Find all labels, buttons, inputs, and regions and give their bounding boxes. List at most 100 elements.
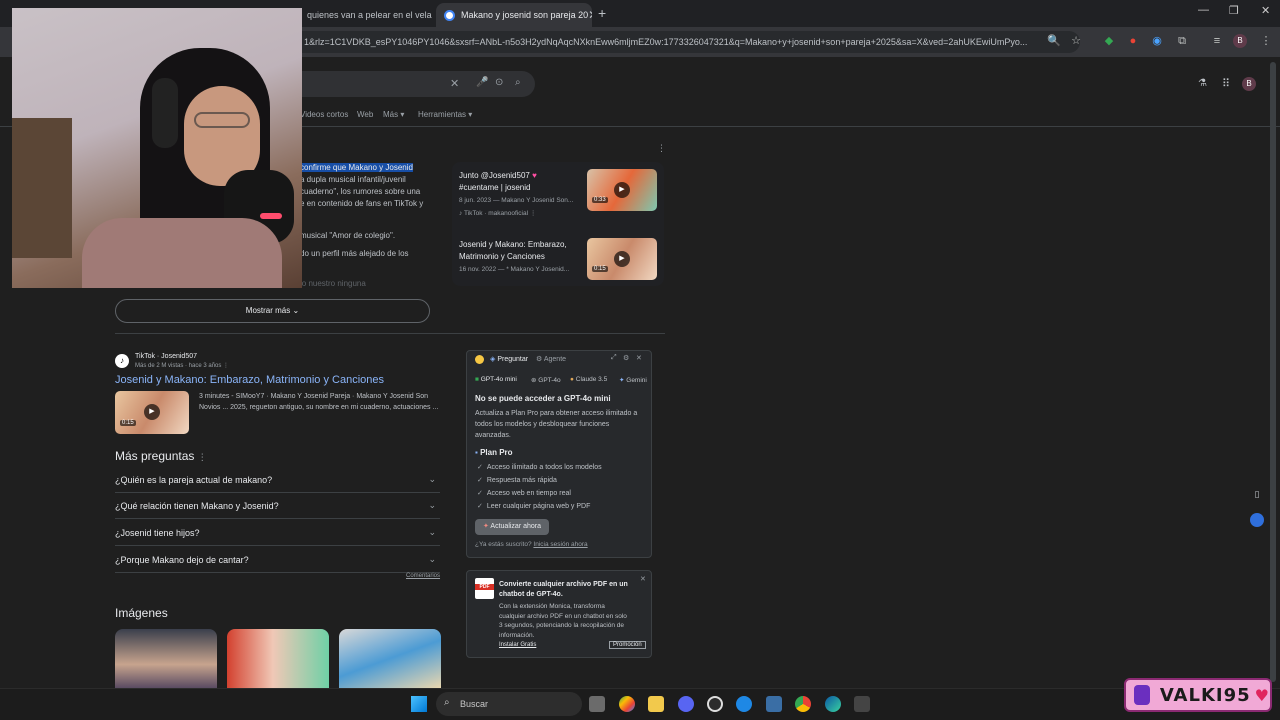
nav-tools[interactable]: Herramientas ▾ — [418, 110, 472, 119]
nav-web[interactable]: Web — [357, 110, 373, 119]
desc-line: Actualiza a Plan Pro para obtener acceso… — [475, 410, 638, 417]
tab-active[interactable]: Makano y josenid son pareja 20 ✕ — [436, 3, 592, 27]
model-gpt4o-mini[interactable]: ■ GPT-4o mini — [475, 376, 517, 383]
image-result[interactable] — [227, 629, 329, 688]
extensions-puzzle-icon[interactable]: ⧉ — [1174, 33, 1190, 49]
restore-button[interactable]: ❐ — [1229, 4, 1239, 17]
bookmark-star-icon[interactable]: ☆ — [1068, 33, 1084, 49]
voice-search-icon[interactable]: 🎤 — [476, 77, 488, 88]
feature-item: ✓ Acceso ilimitado a todos los modelos — [477, 462, 602, 473]
video-thumbnail[interactable]: ▶ 0:33 — [587, 169, 657, 211]
desc-line: todos los modelos y desbloquear funcione… — [475, 421, 610, 428]
check-icon: ✓ — [477, 490, 483, 497]
install-free-link[interactable]: Instalar Gratis — [499, 642, 536, 648]
model-gemini[interactable]: ✦ Gemini — [619, 376, 647, 384]
new-tab-button[interactable]: + — [598, 5, 606, 21]
ai-overview-menu-icon[interactable]: ⋮ — [657, 143, 666, 154]
extension-audio-icon[interactable]: ◉ — [1149, 33, 1165, 49]
image-result[interactable] — [339, 629, 441, 688]
paa-question[interactable]: ¿Quién es la pareja actual de makano? ⌄ — [115, 467, 440, 493]
app-icon[interactable] — [736, 696, 752, 712]
paa-question[interactable]: ¿Porque Makano dejo de cantar? ⌄ — [115, 547, 440, 573]
model-gpt4o[interactable]: ⊛ GPT-4o — [531, 376, 561, 384]
minimize-button[interactable]: — — [1198, 4, 1209, 16]
close-panel-icon[interactable]: ✕ — [636, 354, 642, 362]
video-item[interactable]: Josenid y Makano: Embarazo, Matrimonio y… — [459, 239, 581, 273]
tab-preguntar[interactable]: ◈ Preguntar — [490, 355, 528, 363]
expand-icon[interactable]: ⤢ — [611, 354, 617, 362]
chrome-icon[interactable] — [795, 696, 811, 712]
promo-body: Con la extensión Monica, transforma cual… — [499, 602, 627, 640]
download-app-icon[interactable] — [854, 696, 870, 712]
pdf-icon-label: PDF — [475, 584, 494, 590]
obs-icon[interactable] — [707, 696, 723, 712]
extension-green-icon[interactable]: ◆ — [1101, 33, 1117, 49]
clear-search-icon[interactable]: ✕ — [450, 77, 459, 90]
feedback-link[interactable]: Comentarios — [406, 573, 440, 579]
chevron-down-icon: ⌄ — [428, 527, 436, 537]
video-thumbnail[interactable]: ▶ 0:15 — [587, 238, 657, 280]
subscribed-prompt: ¿Ya estás suscrito? Inicia sesión ahora — [475, 541, 588, 548]
paa-question[interactable]: ¿Josenid tiene hijos? ⌄ — [115, 520, 440, 546]
profile-avatar[interactable]: B — [1233, 34, 1247, 48]
search-icon[interactable]: ⌕ — [515, 77, 521, 88]
paa-question[interactable]: ¿Qué relación tienen Makano y Josenid? ⌄ — [115, 493, 440, 519]
chrome-menu-icon[interactable]: ⋮ — [1258, 33, 1274, 49]
images-heading: Imágenes — [115, 606, 168, 620]
headphones — [152, 78, 178, 148]
check-icon: ✓ — [477, 503, 483, 510]
labs-flask-icon[interactable]: ⚗ — [1198, 78, 1207, 89]
model-label: Claude 3.5 — [575, 376, 608, 383]
play-icon: ▶ — [144, 404, 160, 420]
scrollbar-thumb[interactable] — [1270, 62, 1276, 682]
result-thumbnail[interactable]: ▶ 0:15 — [115, 391, 189, 434]
nav-videos-cortos[interactable]: Videos cortos — [300, 110, 348, 119]
close-tab-icon[interactable]: ✕ — [588, 8, 592, 22]
close-promo-icon[interactable]: ✕ — [640, 575, 646, 583]
settings-icon[interactable]: ⚙ — [623, 354, 629, 362]
folder-icon[interactable] — [648, 696, 664, 712]
show-more-button[interactable]: Mostrar más ⌄ — [115, 299, 430, 323]
taskbar-search-label: Buscar — [460, 699, 489, 709]
edge-extension-icon[interactable] — [1250, 513, 1264, 527]
windows-start-icon[interactable] — [411, 696, 427, 712]
snippet-line: cuaderno", los rumores sobre una — [300, 187, 421, 196]
tab-agente[interactable]: ⚙ Agente — [536, 355, 566, 363]
tiktok-logo-icon: ♪ — [115, 354, 129, 368]
zoom-icon[interactable]: 🔍 — [1046, 33, 1062, 49]
rocket-icon: ✦ — [482, 523, 489, 530]
discord-icon[interactable] — [678, 696, 694, 712]
capcut-icon[interactable] — [766, 696, 782, 712]
video-title: Junto @Josenid507 ♥ — [459, 170, 581, 182]
lens-icon[interactable]: ⊙ — [495, 77, 503, 88]
profile-initial: B — [1237, 36, 1243, 45]
apps-grid-icon[interactable]: ⠿ — [1222, 77, 1230, 90]
taskbar-search[interactable]: ⌕ Buscar — [436, 692, 582, 716]
snippet-highlight: confirme que Makano y Josenid — [300, 163, 413, 172]
result-title-link[interactable]: Josenid y Makano: Embarazo, Matrimonio y… — [115, 374, 384, 386]
video-duration: 0:33 — [592, 197, 608, 203]
more-options-icon[interactable]: ⋮ — [198, 452, 207, 462]
close-window-button[interactable]: ✕ — [1261, 4, 1270, 17]
tiktok-icon: ♪ — [459, 210, 463, 217]
paa-heading-text: Más preguntas — [115, 449, 195, 463]
account-initial: B — [1246, 79, 1252, 88]
reading-list-icon[interactable]: ≡ — [1209, 33, 1225, 49]
side-panel-icon[interactable]: ▯ — [1250, 489, 1264, 503]
twitch-handle-badge: VALKI95 ♥ — [1124, 678, 1272, 712]
image-result[interactable] — [115, 629, 217, 688]
tab-previous[interactable]: quienes van a pelear en el vela ✕ — [282, 3, 432, 27]
video-title-line2: #cuentame | josenid — [459, 183, 531, 192]
video-item[interactable]: Junto @Josenid507 ♥ #cuentame | josenid … — [459, 170, 581, 217]
account-avatar[interactable]: B — [1242, 77, 1256, 91]
edge-icon[interactable] — [825, 696, 841, 712]
upgrade-description: Actualiza a Plan Pro para obtener acceso… — [475, 408, 647, 441]
upgrade-now-button[interactable]: ✦ Actualizar ahora — [475, 519, 549, 535]
login-link[interactable]: Inicia sesión ahora — [533, 541, 587, 548]
nav-more[interactable]: Más ▾ — [383, 110, 404, 119]
address-bar[interactable]: 1&rlz=1C1VDKB_esPY1046PY1046&sxsrf=ANbL-… — [260, 31, 1080, 53]
copilot-icon[interactable] — [619, 696, 635, 712]
file-manager-icon[interactable] — [589, 696, 605, 712]
model-claude[interactable]: ● Claude 3.5 — [570, 376, 607, 383]
extension-red-icon[interactable]: ● — [1125, 33, 1141, 49]
